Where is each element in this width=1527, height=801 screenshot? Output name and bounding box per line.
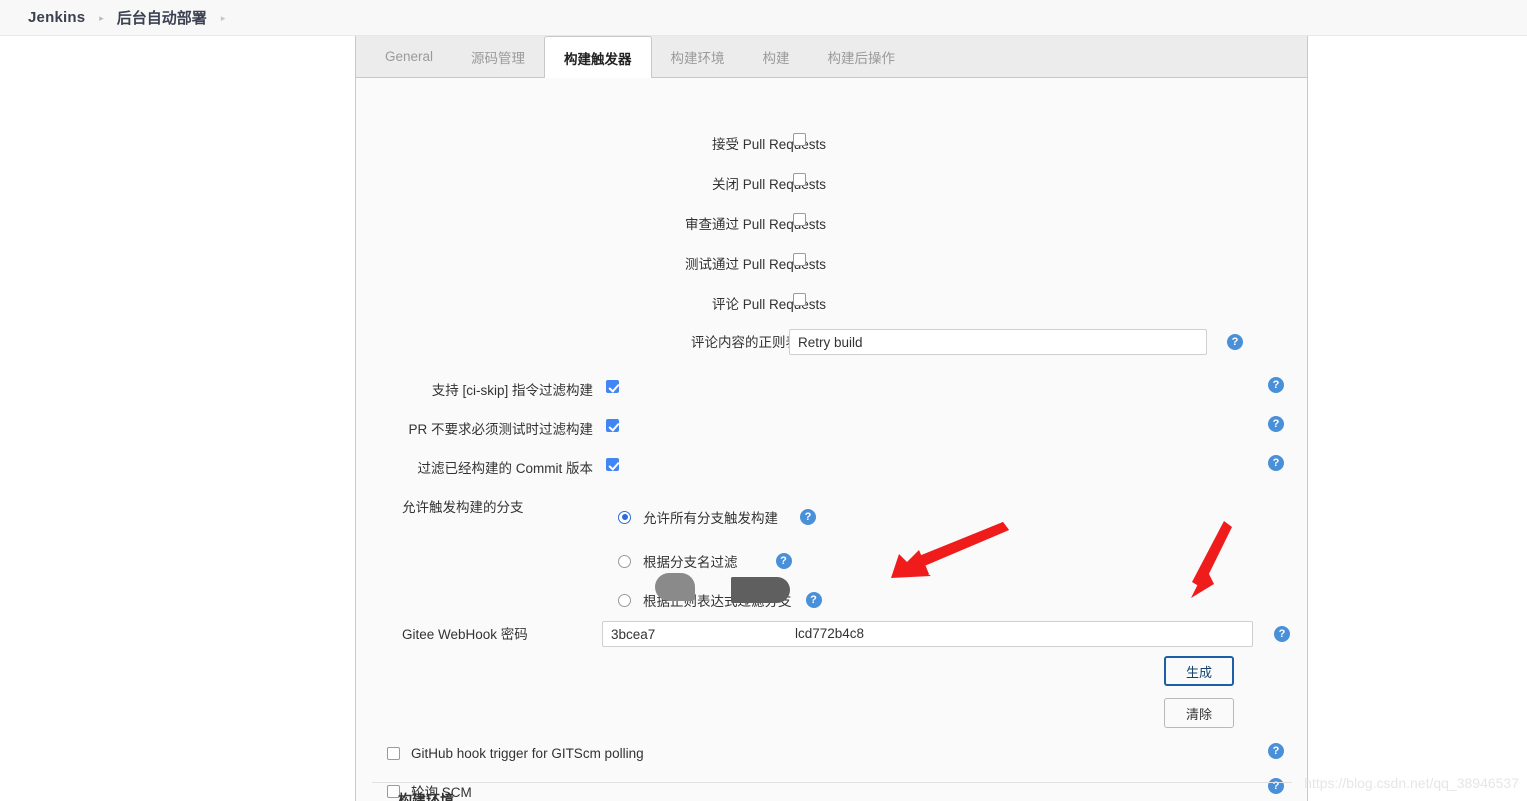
redaction-blob-2 (731, 577, 790, 603)
tab-build[interactable]: 构建 (744, 36, 809, 77)
pr-no-test-required-checkbox-wrap (606, 419, 619, 432)
branch-by-name-label: 根据分支名过滤 (643, 555, 738, 570)
branch-filter-label-wrap: 允许触发构建的分支 (402, 496, 524, 516)
branch-all-label: 允许所有分支触发构建 (643, 511, 778, 526)
help-icon-branch-by-name[interactable]: ? (775, 553, 792, 569)
next-section-heading: 构建环境 (398, 792, 454, 801)
chevron-right-icon: ▸ (99, 13, 104, 23)
ci-skip-checkbox-wrap (606, 380, 619, 393)
filter-built-commit-checkbox-wrap (606, 458, 619, 471)
breadcrumb-bar: Jenkins ▸ 后台自动部署 ▸ (0, 0, 1527, 36)
pr-test-passed-checkbox[interactable] (793, 253, 806, 266)
pr-no-test-required-label-wrap: PR 不要求必须测试时过滤构建 (356, 418, 593, 438)
webhook-password-input-wrap: lcd772b4c8 ? (602, 621, 1290, 647)
clear-button-wrap: 清除 (1164, 698, 1234, 728)
webhook-password-suffix-text: lcd772b4c8 (795, 626, 865, 641)
pr-close-checkbox-wrap (793, 173, 806, 186)
pr-no-test-required-label: PR 不要求必须测试时过滤构建 (408, 422, 593, 437)
pr-comment-label: 评论 Pull Requests (711, 297, 826, 312)
jenkins-job-config-page: Jenkins ▸ 后台自动部署 ▸ General 源码管理 构建触发器 构建… (0, 0, 1527, 801)
config-tab-bar: General 源码管理 构建触发器 构建环境 构建 构建后操作 (356, 36, 1307, 78)
branch-all-radio[interactable] (618, 510, 631, 524)
branch-by-name-radio-wrap: 根据分支名过滤 ? (618, 551, 792, 571)
webhook-password-label-wrap: Gitee WebHook 密码 (402, 623, 528, 643)
comment-regex-input[interactable] (789, 329, 1207, 355)
pr-test-passed-checkbox-wrap (793, 253, 806, 266)
tab-post-build-actions[interactable]: 构建后操作 (809, 36, 915, 77)
chevron-right-icon-2: ▸ (220, 13, 226, 23)
branch-all-radio-wrap: 允许所有分支触发构建 ? (618, 507, 816, 527)
breadcrumb-job-link[interactable]: 后台自动部署 (117, 7, 207, 28)
help-icon-filter-built-commit[interactable]: ? (1268, 455, 1284, 471)
pr-no-test-required-checkbox[interactable] (606, 419, 619, 432)
help-icon-branch-by-regex[interactable]: ? (805, 592, 822, 608)
pr-comment-label-wrap: 评论 Pull Requests (356, 293, 826, 313)
pr-accept-checkbox[interactable] (793, 133, 806, 146)
redaction-blob-1 (655, 573, 695, 601)
pr-accept-checkbox-wrap (793, 133, 806, 146)
github-hook-trigger-checkbox[interactable] (387, 747, 400, 760)
tab-build-environment[interactable]: 构建环境 (652, 36, 744, 77)
ci-skip-label: 支持 [ci-skip] 指令过滤构建 (431, 383, 593, 398)
tab-source-code-management[interactable]: 源码管理 (452, 36, 544, 77)
pr-review-passed-label-wrap: 审查通过 Pull Requests (356, 213, 826, 233)
pr-accept-label-wrap: 接受 Pull Requests (356, 133, 826, 153)
comment-regex-input-wrap: ? (789, 329, 1243, 355)
help-icon-ci-skip[interactable]: ? (1268, 377, 1284, 393)
help-icon-ci-skip-wrap: ? (1268, 377, 1284, 393)
branch-by-name-radio[interactable] (618, 554, 631, 568)
pr-close-label: 关闭 Pull Requests (711, 177, 826, 192)
section-divider (372, 782, 1292, 783)
pr-close-checkbox[interactable] (793, 173, 806, 186)
tab-general[interactable]: General (366, 36, 452, 77)
help-icon-pr-no-test-wrap: ? (1268, 416, 1284, 432)
webhook-password-label: Gitee WebHook 密码 (402, 627, 528, 642)
ci-skip-label-wrap: 支持 [ci-skip] 指令过滤构建 (356, 379, 593, 399)
branch-by-regex-radio-wrap: 根据正则表达式过滤分支 ? (618, 590, 822, 610)
filter-built-commit-checkbox[interactable] (606, 458, 619, 471)
generate-password-button[interactable]: 生成 (1164, 656, 1234, 686)
clear-password-button[interactable]: 清除 (1164, 698, 1234, 728)
comment-regex-label-wrap: 评论内容的正则表达式 (356, 331, 826, 351)
github-hook-trigger-label: GitHub hook trigger for GITScm polling (411, 746, 644, 761)
pr-test-passed-label-wrap: 测试通过 Pull Requests (356, 253, 826, 273)
help-icon-github-hook[interactable]: ? (1268, 743, 1284, 759)
help-icon-poll-scm-wrap: ? (1268, 778, 1284, 794)
help-icon-github-hook-wrap: ? (1268, 743, 1284, 759)
webhook-password-input[interactable] (602, 621, 1253, 647)
pr-accept-label: 接受 Pull Requests (711, 137, 826, 152)
github-hook-trigger-row: GitHub hook trigger for GITScm polling (387, 746, 644, 761)
generate-button-wrap: 生成 (1164, 656, 1234, 686)
pr-review-passed-checkbox-wrap (793, 213, 806, 226)
breadcrumb-root-link[interactable]: Jenkins (28, 9, 85, 26)
ci-skip-checkbox[interactable] (606, 380, 619, 393)
help-icon-comment-regex[interactable]: ? (1227, 334, 1243, 350)
help-icon-poll-scm[interactable]: ? (1268, 778, 1284, 794)
filter-built-commit-label: 过滤已经构建的 Commit 版本 (417, 461, 594, 476)
config-panel: General 源码管理 构建触发器 构建环境 构建 构建后操作 接受 Pull… (355, 36, 1308, 801)
pr-close-label-wrap: 关闭 Pull Requests (356, 173, 826, 193)
help-icon-pr-no-test[interactable]: ? (1268, 416, 1284, 432)
pr-comment-checkbox-wrap (793, 293, 806, 306)
tab-build-triggers[interactable]: 构建触发器 (544, 36, 652, 78)
pr-review-passed-checkbox[interactable] (793, 213, 806, 226)
filter-built-commit-label-wrap: 过滤已经构建的 Commit 版本 (356, 457, 594, 477)
pr-comment-checkbox[interactable] (793, 293, 806, 306)
branch-by-regex-radio[interactable] (618, 593, 631, 607)
help-icon-filter-built-commit-wrap: ? (1268, 455, 1284, 471)
help-icon-branch-all[interactable]: ? (800, 509, 816, 525)
csdn-watermark: https://blog.csdn.net/qq_38946537 (1304, 775, 1519, 791)
branch-filter-label: 允许触发构建的分支 (402, 500, 524, 515)
help-icon-webhook-password[interactable]: ? (1274, 626, 1290, 642)
